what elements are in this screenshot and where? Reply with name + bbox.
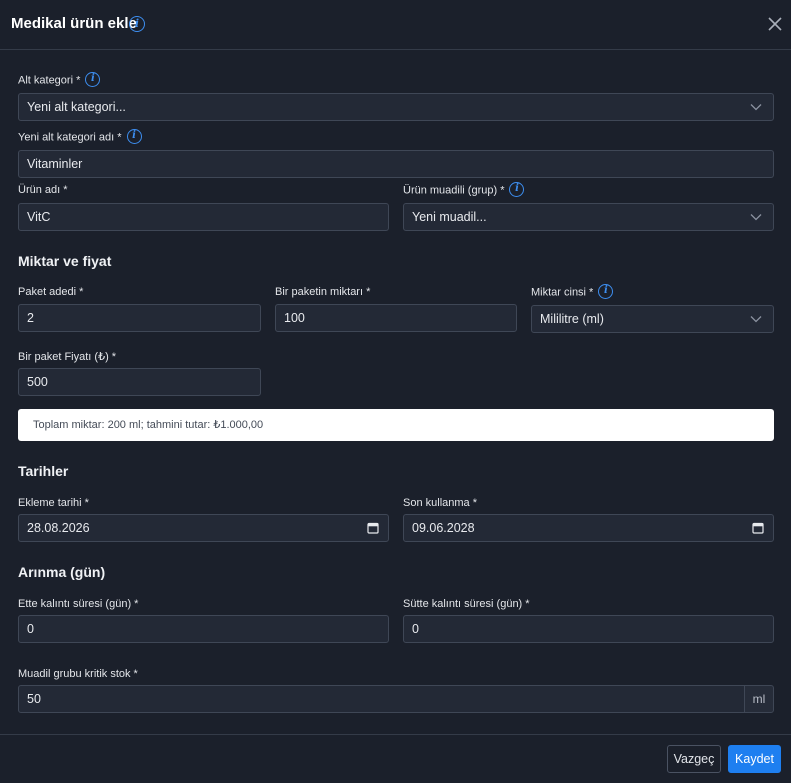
product-equivalent-label: Ürün muadili (grup) * i — [403, 182, 525, 197]
quantity-price-section-title: Miktar ve fiyat — [18, 253, 112, 269]
added-date-value: 28.08.2026 — [27, 521, 90, 535]
product-equivalent-info-icon[interactable]: i — [509, 182, 525, 197]
subcategory-info-icon[interactable]: i — [85, 72, 101, 87]
added-date-label: Ekleme tarihi * — [18, 497, 89, 509]
critical-stock-unit: ml — [744, 685, 774, 713]
withdrawal-section-title: Arınma (gün) — [18, 564, 106, 580]
chevron-down-icon — [750, 104, 762, 111]
unit-type-label-text: Miktar cinsi * — [531, 286, 594, 299]
subcategory-label: Alt kategori * i — [18, 72, 101, 87]
meat-residue-label: Ette kalıntı süresi (gün) * — [18, 598, 139, 610]
dates-section-title: Tarihler — [18, 463, 69, 479]
product-equivalent-label-text: Ürün muadili (grup) * — [403, 184, 505, 197]
new-subcategory-label-text: Yeni alt kategori adı * — [18, 131, 122, 144]
package-count-label: Paket adedi * — [18, 286, 84, 298]
quantity-summary: Toplam miktar: 200 ml; tahmini tutar: ₺1… — [18, 409, 774, 441]
unit-type-select[interactable]: Mililitre (ml) — [531, 305, 774, 333]
subcategory-select-value: Yeni alt kategori... — [27, 100, 126, 114]
new-subcategory-name-input[interactable] — [18, 150, 774, 178]
unit-type-select-value: Mililitre (ml) — [540, 312, 604, 326]
save-button[interactable]: Kaydet — [728, 745, 781, 773]
chevron-down-icon — [750, 316, 762, 323]
critical-stock-input[interactable] — [18, 685, 745, 713]
package-amount-label: Bir paketin miktarı * — [275, 286, 371, 298]
expiry-date-input[interactable]: 09.06.2028 — [403, 514, 774, 542]
new-subcategory-label: Yeni alt kategori adı * i — [18, 129, 142, 144]
package-count-input[interactable] — [18, 304, 261, 332]
calendar-icon[interactable] — [367, 522, 379, 534]
new-subcategory-info-icon[interactable]: i — [126, 129, 142, 144]
critical-stock-label: Muadil grubu kritik stok * — [18, 668, 138, 680]
milk-residue-label: Sütte kalıntı süresi (gün) * — [403, 598, 530, 610]
subcategory-select[interactable]: Yeni alt kategori... — [18, 93, 774, 121]
calendar-icon[interactable] — [752, 522, 764, 534]
package-price-label: Bir paket Fiyatı (₺) * — [18, 351, 117, 363]
package-price-input[interactable] — [18, 368, 261, 396]
product-equivalent-select-value: Yeni muadil... — [412, 210, 487, 224]
added-date-input[interactable]: 28.08.2026 — [18, 514, 389, 542]
close-icon[interactable] — [766, 15, 784, 33]
cancel-button[interactable]: Vazgeç — [667, 745, 721, 773]
title-info-icon[interactable]: i — [129, 16, 145, 32]
product-name-label: Ürün adı * — [18, 184, 68, 196]
product-name-input[interactable] — [18, 203, 389, 231]
milk-residue-input[interactable] — [403, 615, 774, 643]
modal-title: Medikal ürün ekle — [11, 15, 137, 32]
unit-type-info-icon[interactable]: i — [598, 284, 614, 299]
modal-header: Medikal ürün ekle i — [0, 0, 791, 50]
meat-residue-input[interactable] — [18, 615, 389, 643]
expiry-date-label: Son kullanma * — [403, 497, 477, 509]
subcategory-label-text: Alt kategori * — [18, 74, 81, 87]
add-medical-product-modal: Medikal ürün ekle i Alt kategori * i Yeni… — [0, 0, 791, 783]
unit-type-label: Miktar cinsi * i — [531, 284, 614, 299]
chevron-down-icon — [750, 214, 762, 221]
product-equivalent-select[interactable]: Yeni muadil... — [403, 203, 774, 231]
expiry-date-value: 09.06.2028 — [412, 521, 475, 535]
package-amount-input[interactable] — [275, 304, 517, 332]
